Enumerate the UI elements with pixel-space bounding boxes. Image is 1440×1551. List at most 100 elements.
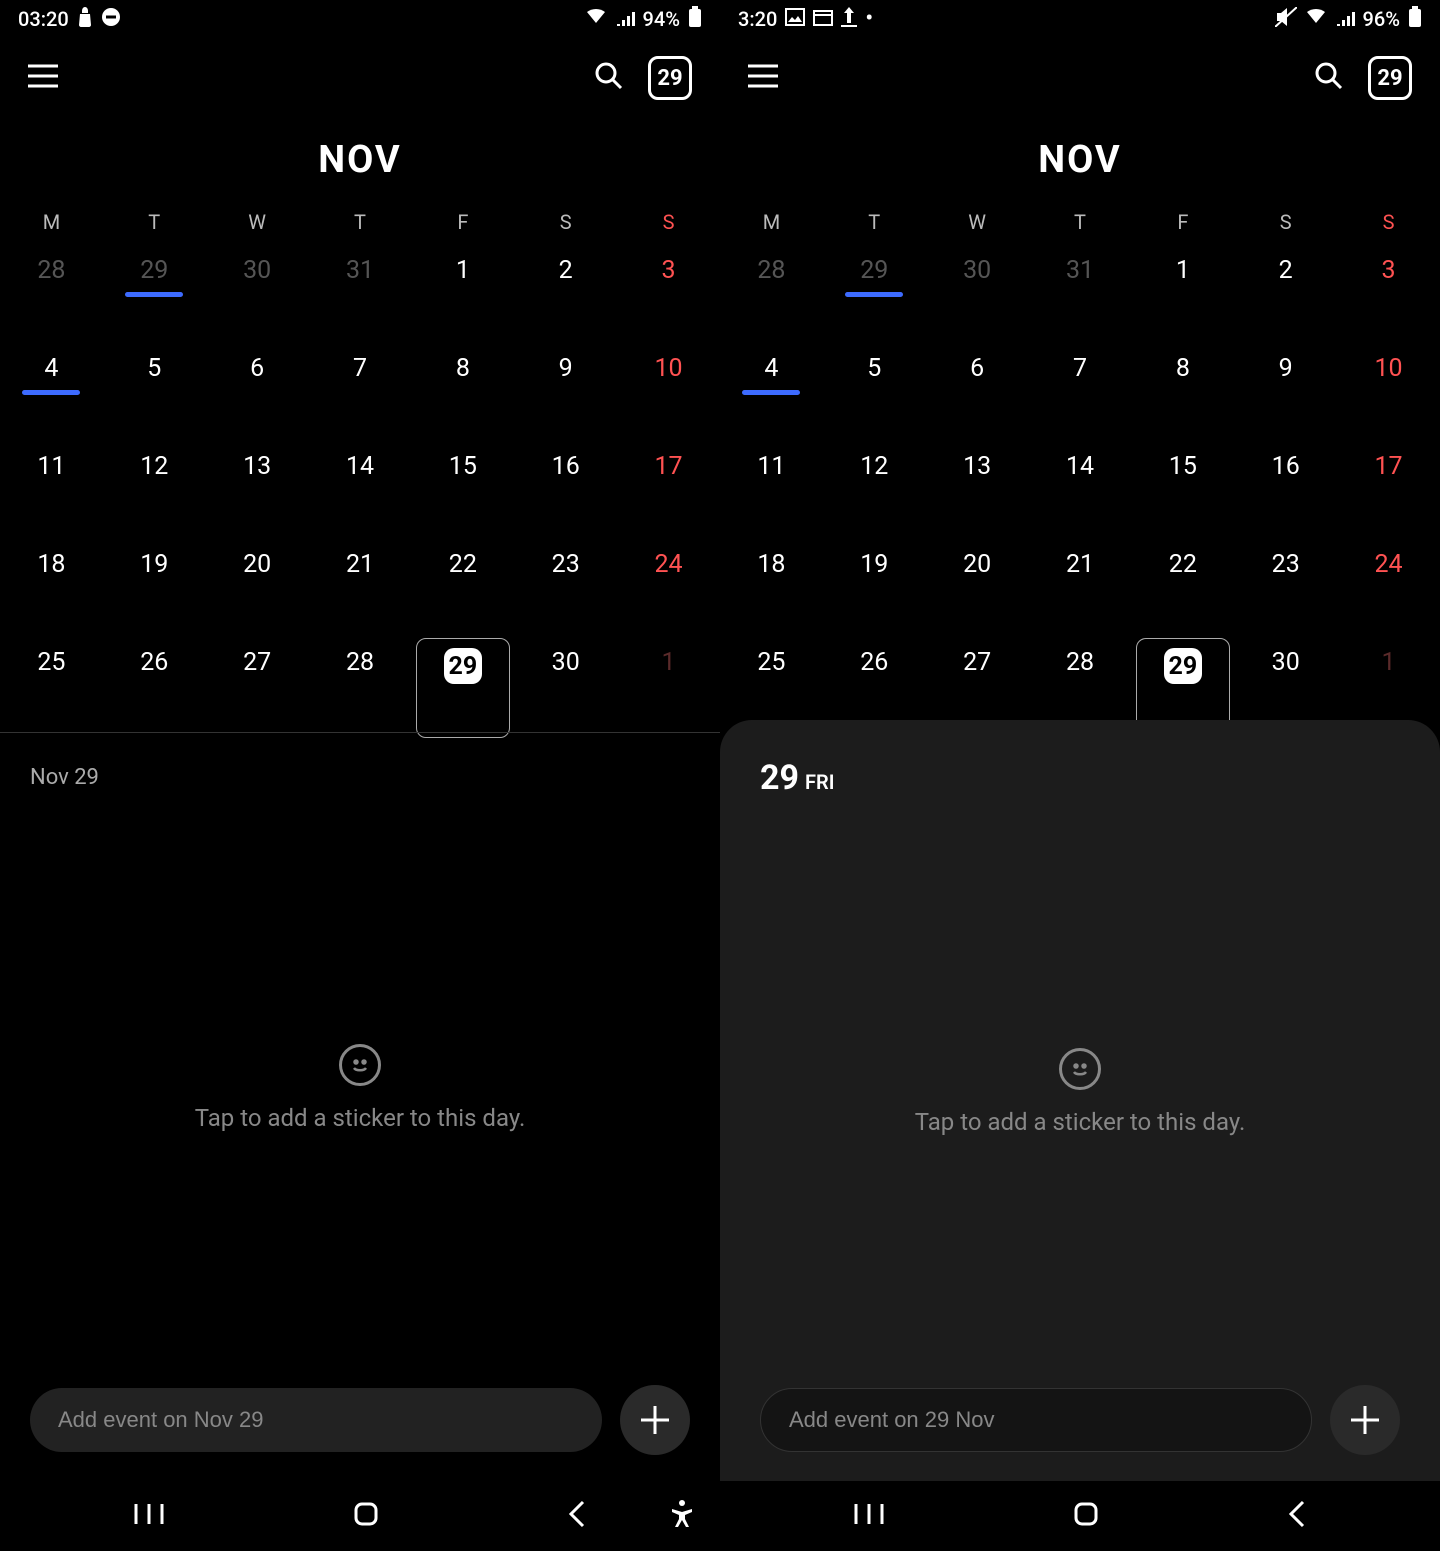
day-cell[interactable]: 21 [1029, 550, 1132, 579]
day-cell[interactable]: 6 [926, 354, 1029, 383]
event-indicator [845, 292, 903, 297]
day-cell[interactable]: 24 [617, 550, 720, 579]
day-cell[interactable]: 30 [926, 256, 1029, 285]
day-cell[interactable]: 18 [0, 550, 103, 579]
day-cell[interactable]: 17 [1337, 452, 1440, 481]
add-event-input[interactable] [30, 1388, 602, 1452]
day-cell[interactable]: 3 [1337, 256, 1440, 285]
day-cell[interactable]: 26 [823, 648, 926, 677]
day-cell[interactable]: 1 [1131, 256, 1234, 285]
home-icon[interactable] [353, 1501, 379, 1531]
battery-icon [1408, 6, 1422, 33]
accessibility-icon[interactable] [670, 1499, 694, 1533]
day-cell[interactable]: 10 [617, 354, 720, 383]
menu-icon[interactable] [748, 64, 778, 92]
day-cell[interactable]: 14 [1029, 452, 1132, 481]
day-cell[interactable]: 15 [411, 452, 514, 481]
day-cell[interactable]: 9 [1234, 354, 1337, 383]
day-cell[interactable]: 1 [411, 256, 514, 285]
day-cell[interactable]: 30 [1234, 648, 1337, 677]
day-cell[interactable]: 18 [720, 550, 823, 579]
day-cell[interactable]: 24 [1337, 550, 1440, 579]
add-button[interactable] [1330, 1385, 1400, 1455]
day-cell[interactable]: 29 [823, 256, 926, 285]
day-cell[interactable]: 31 [309, 256, 412, 285]
day-cell[interactable]: 12 [103, 452, 206, 481]
sticker-zone[interactable]: Tap to add a sticker to this day. [760, 798, 1400, 1385]
day-cell[interactable]: 10 [1337, 354, 1440, 383]
day-cell[interactable]: 8 [1131, 354, 1234, 383]
day-cell[interactable]: 5 [103, 354, 206, 383]
recents-icon[interactable] [854, 1502, 884, 1530]
day-cell[interactable]: 25 [0, 648, 103, 677]
sticker-zone[interactable]: Tap to add a sticker to this day. [30, 790, 690, 1385]
detail-date: Nov 29 [30, 765, 690, 790]
day-cell[interactable]: 19 [823, 550, 926, 579]
day-cell[interactable]: 16 [514, 452, 617, 481]
day-cell[interactable]: 1 [617, 648, 720, 677]
day-cell[interactable]: 22 [1131, 550, 1234, 579]
day-cell[interactable]: 25 [720, 648, 823, 677]
day-cell[interactable]: 23 [514, 550, 617, 579]
day-cell[interactable]: 13 [926, 452, 1029, 481]
back-icon[interactable] [568, 1500, 586, 1532]
day-cell[interactable]: 30 [206, 256, 309, 285]
day-cell[interactable]: 29 [1131, 648, 1234, 684]
day-cell[interactable]: 27 [206, 648, 309, 677]
day-cell[interactable]: 29 [103, 256, 206, 285]
day-cell[interactable]: 16 [1234, 452, 1337, 481]
day-cell[interactable]: 9 [514, 354, 617, 383]
day-cell[interactable]: 26 [103, 648, 206, 677]
day-cell[interactable]: 28 [0, 256, 103, 285]
day-detail-panel: Nov 29 Tap to add a sticker to this day. [0, 732, 720, 1481]
day-cell[interactable]: 20 [926, 550, 1029, 579]
day-cell[interactable]: 5 [823, 354, 926, 383]
battery-icon [688, 6, 702, 33]
add-button[interactable] [620, 1385, 690, 1455]
day-cell[interactable]: 8 [411, 354, 514, 383]
status-icon [77, 7, 93, 32]
recents-icon[interactable] [134, 1502, 164, 1530]
day-cell[interactable]: 28 [1029, 648, 1132, 677]
day-cell[interactable]: 11 [720, 452, 823, 481]
day-cell[interactable]: 27 [926, 648, 1029, 677]
day-cell[interactable]: 23 [1234, 550, 1337, 579]
day-cell[interactable]: 7 [309, 354, 412, 383]
day-cell[interactable]: 21 [309, 550, 412, 579]
sticker-text: Tap to add a sticker to this day. [915, 1108, 1246, 1136]
day-cell[interactable]: 15 [1131, 452, 1234, 481]
day-cell[interactable]: 22 [411, 550, 514, 579]
day-cell[interactable]: 11 [0, 452, 103, 481]
search-icon[interactable] [594, 61, 624, 95]
day-cell[interactable]: 2 [514, 256, 617, 285]
add-event-input[interactable] [760, 1388, 1312, 1452]
today-button[interactable]: 29 [1368, 56, 1412, 100]
smiley-icon [339, 1044, 381, 1086]
today-button[interactable]: 29 [648, 56, 692, 100]
upload-icon [841, 7, 857, 32]
day-cell[interactable]: 14 [309, 452, 412, 481]
day-cell[interactable]: 28 [720, 256, 823, 285]
day-cell[interactable]: 28 [309, 648, 412, 677]
day-cell[interactable]: 3 [617, 256, 720, 285]
day-cell[interactable]: 29 [411, 648, 514, 684]
menu-icon[interactable] [28, 64, 58, 92]
day-cell[interactable]: 12 [823, 452, 926, 481]
day-cell[interactable]: 19 [103, 550, 206, 579]
day-cell[interactable]: 4 [0, 354, 103, 383]
day-cell[interactable]: 4 [720, 354, 823, 383]
day-cell[interactable]: 1 [1337, 648, 1440, 677]
back-icon[interactable] [1288, 1500, 1306, 1532]
day-cell[interactable]: 6 [206, 354, 309, 383]
day-cell[interactable]: 2 [1234, 256, 1337, 285]
event-indicator [22, 390, 80, 395]
search-icon[interactable] [1314, 61, 1344, 95]
day-cell[interactable]: 17 [617, 452, 720, 481]
day-cell[interactable]: 20 [206, 550, 309, 579]
month-title: NOV [720, 138, 1440, 182]
home-icon[interactable] [1073, 1501, 1099, 1531]
day-cell[interactable]: 13 [206, 452, 309, 481]
day-cell[interactable]: 30 [514, 648, 617, 677]
day-cell[interactable]: 7 [1029, 354, 1132, 383]
day-cell[interactable]: 31 [1029, 256, 1132, 285]
